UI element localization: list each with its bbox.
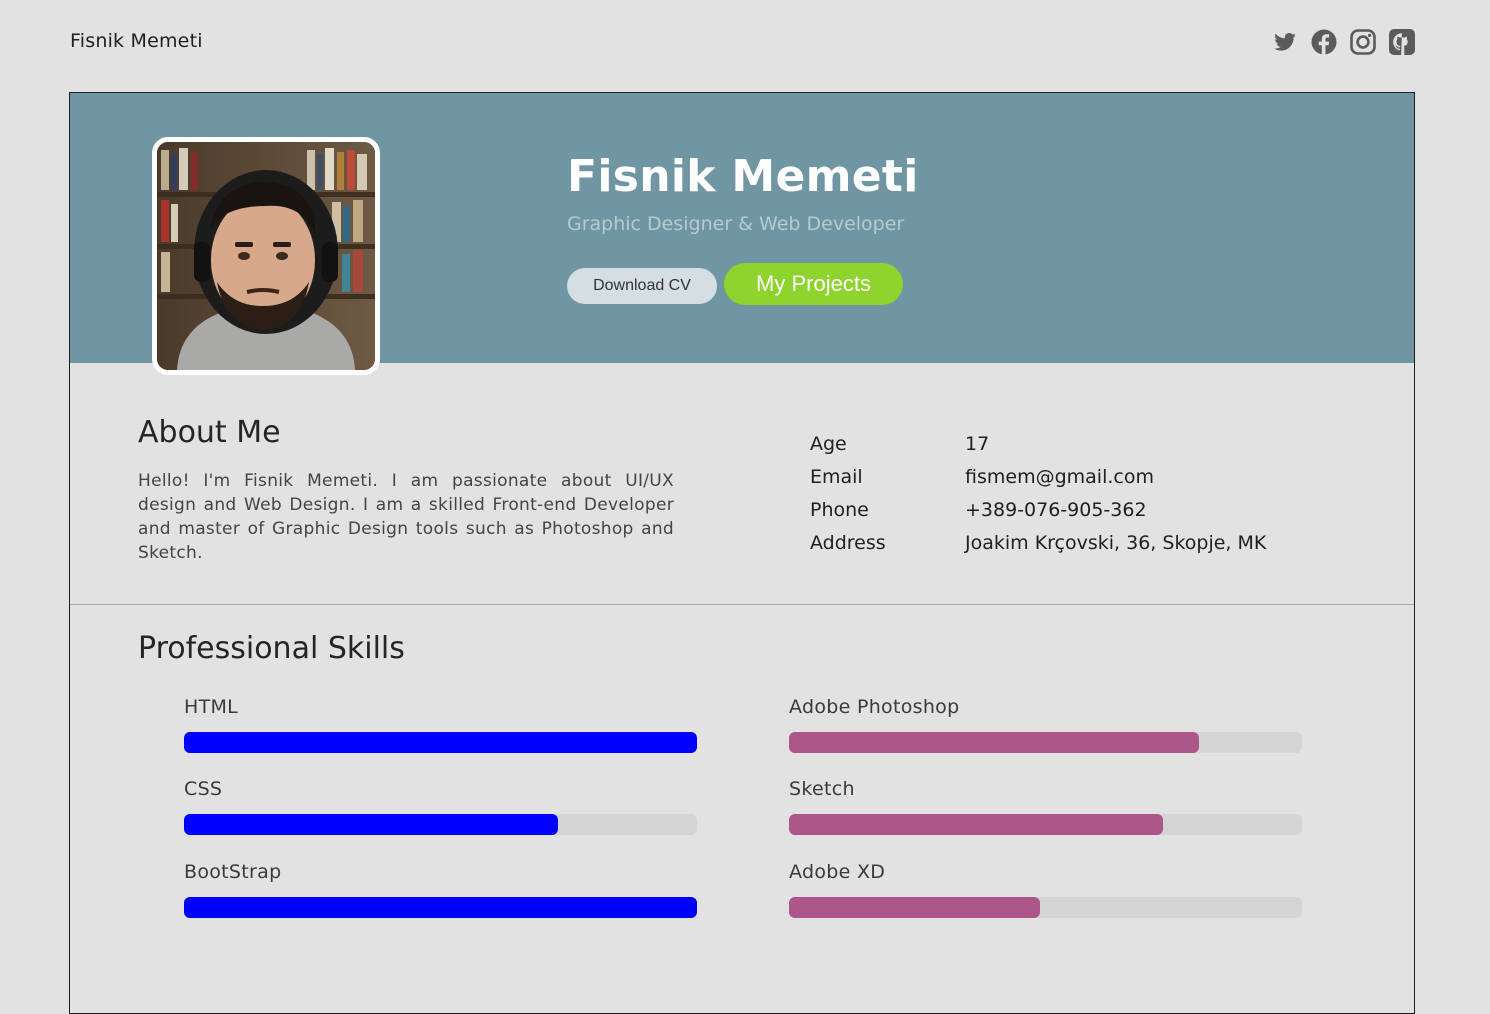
- download-cv-button[interactable]: Download CV: [567, 268, 717, 304]
- twitter-icon[interactable]: [1272, 29, 1298, 55]
- instagram-icon[interactable]: [1350, 29, 1376, 55]
- info-label: Age: [810, 433, 847, 455]
- brand-name[interactable]: Fisnik Memeti: [70, 30, 203, 52]
- skill-sketch: Sketch: [789, 778, 1302, 835]
- info-label: Address: [810, 532, 886, 554]
- hero-subtitle: Graphic Designer & Web Developer: [567, 213, 905, 235]
- info-row-address: Address Joakim Krçovski, 36, Skopje, MK: [810, 532, 1266, 565]
- info-label: Email: [810, 466, 863, 488]
- skill-name: BootStrap: [184, 861, 282, 883]
- info-row-email: Email fismem@gmail.com: [810, 466, 1266, 499]
- info-value: 17: [965, 433, 990, 455]
- skill-track: [789, 814, 1302, 835]
- facebook-icon[interactable]: [1311, 29, 1337, 55]
- skill-name: Sketch: [789, 778, 855, 800]
- about-text: Hello! I'm Fisnik Memeti. I am passionat…: [138, 471, 674, 563]
- skill-track: [184, 732, 697, 753]
- info-value[interactable]: fismem@gmail.com: [965, 466, 1154, 499]
- skill-photoshop: Adobe Photoshop: [789, 696, 1302, 753]
- skill-bar: [789, 732, 1200, 753]
- skill-name: HTML: [184, 696, 239, 718]
- social-links: [1272, 29, 1415, 55]
- skill-bootstrap: BootStrap: [184, 861, 697, 918]
- github-icon[interactable]: [1389, 29, 1415, 55]
- skill-bar: [184, 814, 559, 835]
- section-divider: [70, 604, 1414, 605]
- skill-track: [789, 897, 1302, 918]
- skill-name: CSS: [184, 778, 223, 800]
- top-bar: Fisnik Memeti: [0, 0, 1490, 90]
- skill-name: Adobe Photoshop: [789, 696, 960, 718]
- skill-track: [789, 732, 1302, 753]
- hero-name: Fisnik Memeti: [567, 151, 919, 202]
- about-title: About Me: [138, 415, 281, 450]
- skill-bar: [789, 897, 1041, 918]
- info-row-age: Age 17: [810, 433, 1266, 466]
- skill-css: CSS: [184, 778, 697, 835]
- info-label: Phone: [810, 499, 869, 521]
- skill-track: [184, 897, 697, 918]
- profile-card: Fisnik Memeti Graphic Designer & Web Dev…: [69, 92, 1415, 1014]
- info-value: Joakim Krçovski, 36, Skopje, MK: [965, 532, 1267, 554]
- info-value[interactable]: +389-076-905-362: [965, 499, 1147, 532]
- skill-adobe-xd: Adobe XD: [789, 861, 1302, 918]
- skill-bar: [184, 732, 697, 753]
- skills-title: Professional Skills: [138, 631, 405, 666]
- info-list: Age 17 Email fismem@gmail.com Phone +389…: [810, 433, 1266, 565]
- profile-photo: [152, 137, 380, 375]
- skill-name: Adobe XD: [789, 861, 886, 883]
- my-projects-button[interactable]: My Projects: [724, 263, 903, 305]
- skill-bar: [184, 897, 697, 918]
- info-row-phone: Phone +389-076-905-362: [810, 499, 1266, 532]
- skill-bar: [789, 814, 1164, 835]
- skill-html: HTML: [184, 696, 697, 753]
- skill-track: [184, 814, 697, 835]
